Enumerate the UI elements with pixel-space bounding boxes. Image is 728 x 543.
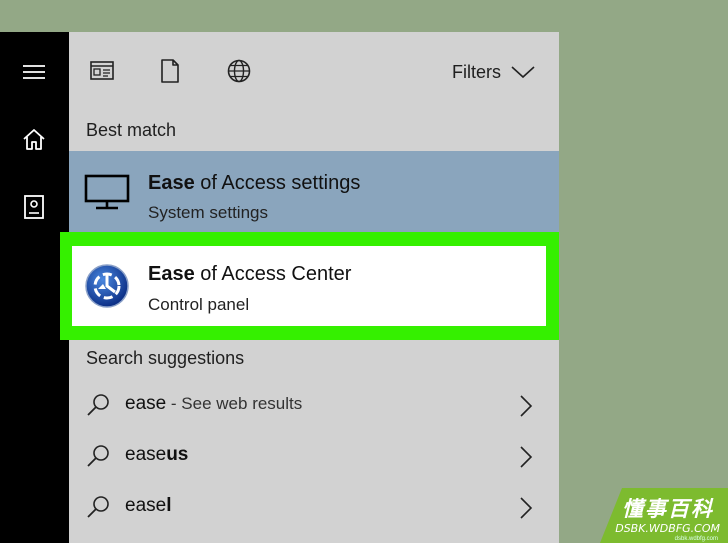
notebook-icon[interactable] [20, 193, 48, 221]
filters-label: Filters [452, 61, 501, 82]
best-match-heading: Best match [86, 120, 177, 140]
suggestion-text: easel [125, 495, 172, 516]
result-subtitle: Control panel [148, 295, 250, 314]
suggestion-text: easeus [125, 444, 189, 465]
monitor-icon [84, 174, 130, 210]
suggestion-item[interactable]: easeus [69, 431, 559, 481]
result-title: Ease of Access Center [148, 263, 352, 285]
watermark-url: DSBK.WDBFG.COM [615, 522, 720, 535]
search-icon [87, 496, 109, 518]
search-icon [87, 394, 109, 416]
suggestion-text: ease - See web results [125, 393, 303, 414]
documents-icon[interactable] [157, 58, 183, 84]
result-ease-of-access-center[interactable]: Ease of Access Center Control panel [72, 246, 546, 326]
apps-icon[interactable] [89, 58, 115, 84]
result-title: Ease of Access settings [148, 172, 361, 194]
chevron-right-icon [520, 497, 533, 519]
chevron-right-icon [520, 395, 533, 417]
suggestion-item[interactable]: easel [69, 482, 559, 532]
watermark-small-text: dsbk.wdbfg.com [674, 536, 718, 542]
chevron-right-icon [520, 446, 533, 468]
filters-dropdown[interactable]: Filters [452, 60, 535, 84]
start-rail [0, 32, 69, 543]
watermark-logo: 懂事百科 DSBK.WDBFG.COM dsbk.wdbfg.com [600, 488, 728, 543]
home-icon[interactable] [20, 126, 48, 154]
chevron-down-icon [511, 66, 535, 79]
watermark-brand: 懂事百科 [622, 497, 714, 521]
hamburger-menu-icon[interactable] [20, 58, 48, 86]
ease-of-access-icon [85, 264, 129, 308]
result-ease-of-access-settings[interactable]: Ease of Access settings System settings [69, 151, 559, 233]
search-icon [87, 445, 109, 467]
result-subtitle: System settings [148, 203, 268, 222]
search-suggestions-heading: Search suggestions [86, 348, 245, 368]
web-icon[interactable] [226, 58, 252, 84]
search-toolbar: Filters [69, 32, 559, 112]
suggestion-item[interactable]: ease - See web results [69, 380, 559, 430]
